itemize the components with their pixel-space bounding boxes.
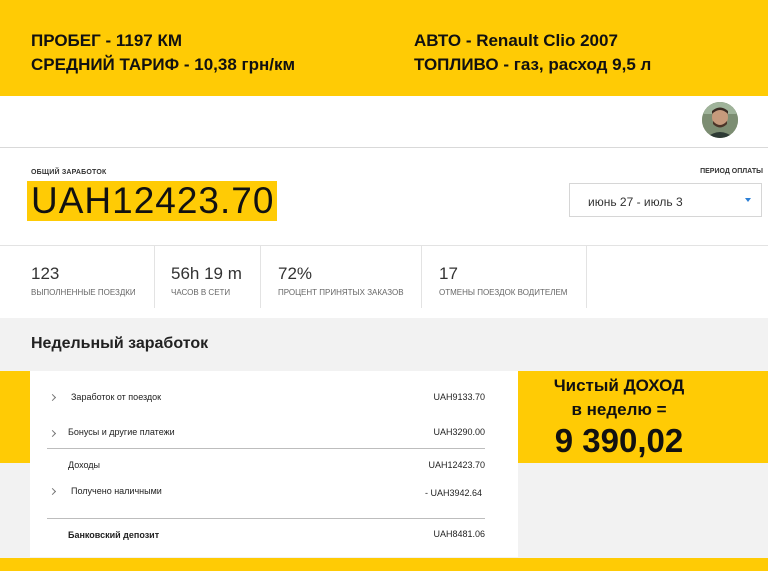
stat-acceptance-rate: 72% ПРОЦЕНТ ПРИНЯТЫХ ЗАКАЗОВ: [278, 246, 422, 308]
row-bank-deposit-value: UAH8481.06: [433, 529, 485, 539]
net-income-line2: в неделю =: [571, 400, 667, 419]
user-avatar-icon: [702, 102, 738, 138]
divider: [47, 448, 485, 449]
avg-tariff-text: СРЕДНИЙ ТАРИФ - 10,38 грн/км: [31, 55, 296, 74]
bottom-highlight-band: [0, 558, 768, 571]
fuel-text: ТОПЛИВО - газ, расход 9,5 л: [414, 55, 652, 74]
row-bank-deposit-label: Банковский депозит: [68, 530, 160, 540]
pay-period-value: июнь 27 - июль 3: [588, 195, 683, 209]
row-income-label: Доходы: [68, 460, 101, 470]
pay-period-label: ПЕРИОД ОПЛАТЫ: [700, 168, 763, 175]
stat-value: 123: [31, 264, 60, 283]
stat-driver-cancellations: 17 ОТМЕНЫ ПОЕЗДОК ВОДИТЕЛЕМ: [439, 246, 587, 308]
stat-value: 56h 19 m: [171, 264, 242, 283]
avatar[interactable]: [702, 102, 738, 138]
net-income-value: 9 390,02: [554, 422, 684, 459]
total-earnings-label: ОБЩИЙ ЗАРАБОТОК: [31, 169, 107, 176]
row-bonuses-value: UAH3290.00: [433, 427, 485, 437]
top-navigation-bar: [0, 96, 768, 148]
row-trip-earnings-label[interactable]: Заработок от поездок: [71, 392, 161, 402]
caret-down-icon: [745, 198, 751, 202]
total-earnings-amount: UAH12423.70: [27, 181, 278, 221]
stats-row: 123 ВЫПОЛНЕННЫЕ ПОЕЗДКИ 56h 19 m ЧАСОВ В…: [0, 245, 768, 319]
divider: [47, 518, 485, 519]
net-income-line1: Чистый ДОХОД: [553, 376, 685, 395]
row-income-value: UAH12423.70: [428, 460, 485, 470]
stat-label: ВЫПОЛНЕННЫЕ ПОЕЗДКИ: [31, 288, 136, 297]
car-text: АВТО - Renault Clio 2007: [414, 31, 618, 50]
weekly-earnings-title: Недельный заработок: [31, 335, 209, 352]
stat-label: ПРОЦЕНТ ПРИНЯТЫХ ЗАКАЗОВ: [278, 288, 404, 297]
stat-hours-online: 56h 19 m ЧАСОВ В СЕТИ: [171, 246, 261, 308]
stat-label: ОТМЕНЫ ПОЕЗДОК ВОДИТЕЛЕМ: [439, 288, 568, 297]
stat-completed-trips: 123 ВЫПОЛНЕННЫЕ ПОЕЗДКИ: [31, 246, 155, 308]
info-banner: ПРОБЕГ - 1197 КМ СРЕДНИЙ ТАРИФ - 10,38 г…: [0, 0, 768, 96]
stat-value: 17: [439, 264, 458, 283]
row-bonuses-label[interactable]: Бонусы и другие платежи: [68, 427, 175, 437]
row-trip-earnings-value: UAH9133.70: [433, 392, 485, 402]
stat-value: 72%: [278, 264, 313, 283]
row-cash-received-label[interactable]: Получено наличными: [71, 486, 162, 496]
row-cash-received-value: - UAH3942.64: [424, 488, 482, 498]
mileage-text: ПРОБЕГ - 1197 КМ: [31, 31, 182, 50]
stat-label: ЧАСОВ В СЕТИ: [171, 288, 231, 297]
net-income-callout: Чистый ДОХОД в неделю = 9 390,02: [519, 374, 719, 462]
pay-period-dropdown[interactable]: июнь 27 - июль 3: [569, 183, 762, 217]
